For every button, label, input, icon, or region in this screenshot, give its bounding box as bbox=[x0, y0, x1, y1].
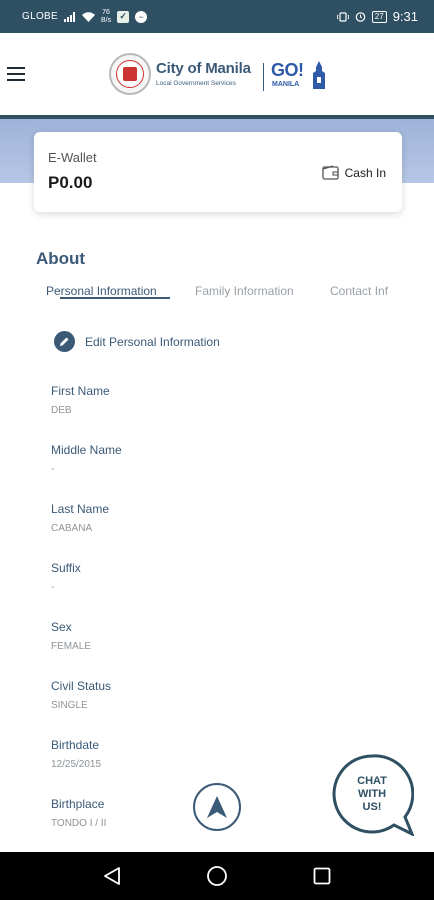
go-manila-sub: MANILA bbox=[272, 81, 300, 88]
carrier-name: GLOBE bbox=[22, 11, 58, 22]
field-label: Suffix bbox=[51, 561, 81, 575]
vibrate-icon bbox=[336, 11, 349, 22]
field-value: SINGLE bbox=[51, 700, 88, 711]
field-value: 12/25/2015 bbox=[51, 759, 102, 770]
edit-personal-information-button[interactable]: Edit Personal Information bbox=[54, 331, 220, 352]
back-triangle-icon[interactable] bbox=[97, 861, 127, 891]
field-label: Sex bbox=[51, 620, 72, 634]
field-label: Last Name bbox=[51, 502, 110, 516]
tab-contact-information[interactable]: Contact Inf bbox=[330, 284, 388, 298]
alarm-icon bbox=[355, 12, 366, 22]
brand-title: City of Manila bbox=[156, 60, 251, 77]
status-bar: GLOBE 76 B/s ✓ − 27 9:31 bbox=[0, 0, 434, 33]
field-sex: Sex FEMALE bbox=[51, 620, 91, 652]
navigation-arrow-icon bbox=[207, 796, 227, 818]
field-value: TONDO I / II bbox=[51, 818, 107, 829]
brand-subtitle: Local Government Services bbox=[156, 80, 236, 87]
app-header: City of Manila Local Government Services… bbox=[0, 33, 434, 119]
field-label: Birthdate bbox=[51, 738, 100, 752]
battery-indicator: 27 bbox=[371, 10, 387, 23]
field-value: DEB bbox=[51, 405, 72, 416]
wallet-label: E-Wallet bbox=[48, 150, 97, 165]
navigate-button[interactable] bbox=[193, 783, 241, 831]
pencil-icon bbox=[54, 331, 75, 352]
tab-family-information[interactable]: Family Information bbox=[195, 284, 294, 298]
about-heading: About bbox=[36, 249, 86, 268]
field-civil-status: Civil Status SINGLE bbox=[51, 679, 111, 711]
city-seal-logo bbox=[109, 53, 151, 95]
system-navigation-bar bbox=[0, 852, 434, 900]
home-circle-icon[interactable] bbox=[202, 861, 232, 891]
field-label: Birthplace bbox=[51, 797, 105, 811]
chat-label: CHAT WITH US! bbox=[357, 775, 387, 813]
info-tabs: Personal Information Family Information … bbox=[46, 284, 434, 308]
field-value: - bbox=[51, 464, 55, 475]
notification-app-icon: ✓ bbox=[117, 10, 130, 23]
field-value: CABANA bbox=[51, 523, 93, 534]
field-label: First Name bbox=[51, 384, 110, 398]
signal-icon bbox=[63, 11, 75, 22]
chat-with-us-button[interactable]: CHAT WITH US! bbox=[332, 754, 414, 836]
tab-personal-information[interactable]: Personal Information bbox=[46, 284, 157, 298]
field-first-name: First Name DEB bbox=[51, 384, 110, 416]
cash-in-button[interactable]: Cash In bbox=[321, 165, 386, 180]
wifi-icon bbox=[81, 11, 95, 22]
edit-personal-information-label: Edit Personal Information bbox=[85, 334, 220, 349]
network-speed: 76 B/s bbox=[100, 8, 112, 24]
active-tab-indicator bbox=[60, 297, 170, 299]
go-manila-logo: GO! bbox=[271, 60, 304, 80]
tower-icon bbox=[313, 61, 325, 89]
wallet-icon bbox=[321, 165, 339, 180]
field-label: Civil Status bbox=[51, 679, 112, 693]
field-value: FEMALE bbox=[51, 641, 92, 652]
ewallet-card: E-Wallet P0.00 Cash In bbox=[34, 132, 402, 212]
wallet-balance: P0.00 bbox=[48, 173, 93, 192]
clock: 9:31 bbox=[392, 9, 418, 24]
field-middle-name: Middle Name - bbox=[51, 443, 122, 475]
cash-in-label: Cash In bbox=[344, 165, 386, 180]
recents-square-icon[interactable] bbox=[307, 861, 337, 891]
field-birthplace: Birthplace TONDO I / II bbox=[51, 797, 106, 829]
hamburger-icon[interactable] bbox=[7, 67, 25, 82]
field-value: - bbox=[51, 582, 55, 593]
brand-divider bbox=[263, 63, 264, 91]
notification-messenger-icon: − bbox=[135, 10, 148, 23]
field-label: Middle Name bbox=[51, 443, 122, 457]
field-last-name: Last Name CABANA bbox=[51, 502, 109, 534]
field-suffix: Suffix - bbox=[51, 561, 81, 593]
field-birthdate: Birthdate 12/25/2015 bbox=[51, 738, 101, 770]
